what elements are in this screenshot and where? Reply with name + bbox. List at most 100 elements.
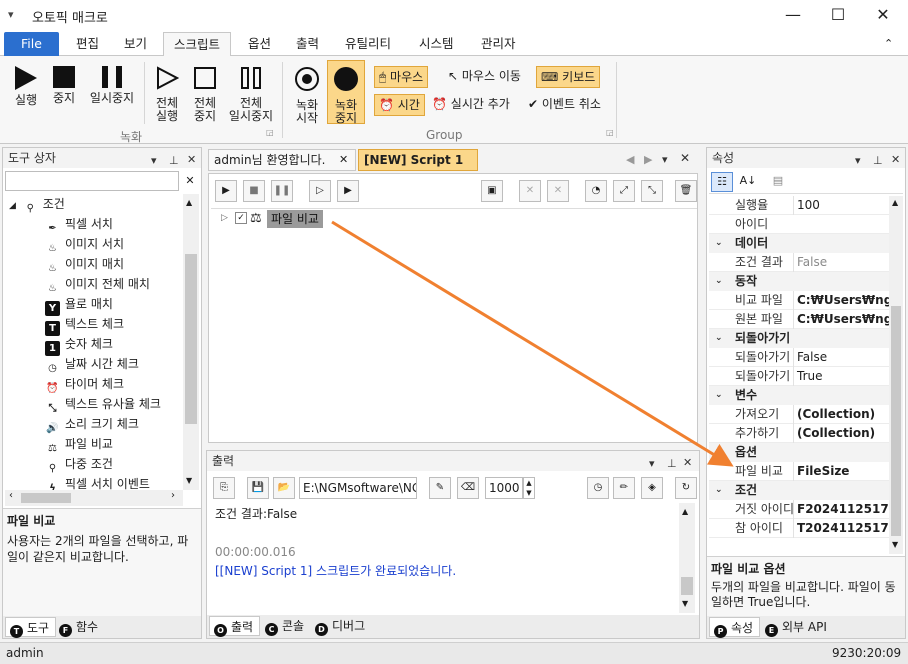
sort-az-icon[interactable]: A↓ [737,172,759,192]
output-count-input[interactable]: 1000 [485,477,523,499]
fill-icon[interactable]: ◈ [641,477,663,499]
time-button[interactable]: ⏰ 시간 [374,94,425,116]
property-value[interactable]: False [793,348,889,367]
property-value[interactable]: False [793,253,889,272]
export-icon[interactable]: ⎘ [213,477,235,499]
tree-item-multi-condition[interactable]: ⚲ 다중 조건 [9,454,181,474]
node-file-compare[interactable]: 파일 비교 [267,210,323,228]
tab-edit[interactable]: 편집 [66,32,109,56]
scroll-right-icon[interactable]: › [171,490,175,501]
property-value[interactable]: C:₩Users₩ngma [793,291,889,310]
tree-item-timer-check[interactable]: ⏰ 타이머 체크 [9,374,181,394]
close-icon[interactable]: ✕ [187,150,196,170]
property-value[interactable]: F2024112517021 [793,500,889,519]
pause-button[interactable]: 일시중지 [84,66,140,105]
play-icon[interactable]: ▶ [215,180,237,202]
property-category[interactable]: ⌄ 되돌아가기 [709,329,889,348]
tab-output-log[interactable]: O 출력 [209,616,261,637]
dropdown-icon[interactable]: ▾ [151,151,157,171]
property-row[interactable]: 조건 결과 False [709,253,889,272]
tree-item-image-full-match[interactable]: ♨ 이미지 전체 매치 [9,274,181,294]
tree-item-number-check[interactable]: 1 숫자 체크 [9,334,181,356]
scroll-down-icon[interactable]: ▼ [682,599,688,608]
pin-icon[interactable]: ⊥ [667,454,677,474]
close-icon[interactable]: ✕ [891,150,900,170]
tab-welcome[interactable]: admin님 환영합니다. ✕ [208,149,356,171]
property-row[interactable]: 비교 파일 C:₩Users₩ngma [709,291,889,310]
tree-item-image-search[interactable]: ♨ 이미지 서치 [9,234,181,254]
tree-item-pixel-search[interactable]: ✒ 픽셀 서치 [9,214,181,234]
tree-item-text-check[interactable]: T 텍스트 체크 [9,314,181,336]
collapse-icon[interactable]: ⌄ [715,234,723,253]
tree-item-sound-level[interactable]: 🔊 소리 크기 체크 [9,414,181,434]
realtime-add-button[interactable]: ⏰ 실시간 추가 [428,94,514,116]
tab-list-icon[interactable]: ▾ [662,153,668,166]
tree-item-file-compare[interactable]: ⚖ 파일 비교 [9,434,181,454]
record-stop-button[interactable]: 녹화 중지 [327,60,365,125]
expand-icon[interactable]: ⤢ [613,180,635,202]
eraser-icon[interactable]: ⌫ [457,477,479,499]
tab-admin[interactable]: 관리자 [471,32,526,56]
pin-icon[interactable]: ⊥ [169,151,179,171]
output-vscrollbar[interactable]: ▲ ▼ [679,503,695,613]
property-row[interactable]: 실행율 100 [709,196,889,215]
property-row[interactable]: 되돌아가기 False [709,348,889,367]
collapse-icon[interactable]: ◢ [9,201,16,211]
property-value[interactable]: 100 [793,196,889,215]
delete-icon[interactable]: 🗑 [675,180,697,202]
tab-right-icon[interactable]: ▶ [644,153,652,166]
toolbox-hscrollbar[interactable]: ‹ › [5,490,183,506]
tab-console[interactable]: C 콘솔 [261,616,310,636]
property-row[interactable]: 참 아이디 T2024112517021 [709,519,889,538]
property-row[interactable]: 파일 비교 FileSize [709,462,889,481]
tab-output[interactable]: 출력 [286,32,329,56]
scroll-down-icon[interactable]: ▼ [892,540,898,549]
close-icon[interactable]: ✕ [683,453,692,473]
property-value[interactable]: C:₩Users₩ngma [793,310,889,329]
quick-access-icon[interactable]: ▾ [8,8,14,21]
dropdown-icon[interactable]: ▾ [855,151,861,171]
scroll-thumb[interactable] [891,306,901,536]
tree-item-text-similarity[interactable]: ⤡ 텍스트 유사율 체크 [9,394,181,414]
scroll-up-icon[interactable]: ▲ [186,198,192,207]
clean-icon[interactable]: ✎ [429,477,451,499]
property-category[interactable]: ⌄ 변수 [709,386,889,405]
property-value[interactable]: FileSize [793,462,889,481]
dialog-launcher-icon[interactable]: ◲ [606,128,614,137]
collapse-ribbon-icon[interactable]: ⌃ [884,37,893,50]
property-row[interactable]: 추가하기 (Collection) [709,424,889,443]
save-icon[interactable]: 💾 [247,477,269,499]
scroll-left-icon[interactable]: ‹ [9,490,13,501]
stop-all-button[interactable]: 전체 중지 [186,66,224,123]
run-button[interactable]: 실행 [8,66,44,107]
pause-icon[interactable]: ❚❚ [271,180,293,202]
dialog-launcher-icon[interactable]: ◲ [266,128,274,137]
toolbox-vscrollbar[interactable]: ▲ ▼ [183,194,199,490]
tab-script-1[interactable]: [NEW] Script 1 [358,149,478,171]
categorized-icon[interactable]: ☷ [711,172,733,192]
property-category[interactable]: ⌄ 옵션 [709,443,889,462]
close-tab-icon[interactable]: ✕ [339,150,348,170]
scroll-up-icon[interactable]: ▲ [892,198,898,207]
record-start-button[interactable]: 녹화 시작 [290,66,324,125]
property-pages-icon[interactable]: ▤ [767,172,789,192]
refresh-icon[interactable]: ↻ [675,477,697,499]
collapse-icon[interactable]: ⌄ [715,272,723,291]
property-row[interactable]: 아이디 [709,215,889,234]
count-stepper[interactable]: ▲ ▼ [523,477,535,499]
run-from-icon[interactable]: ▶ [337,180,359,202]
mouse-button[interactable]: 🖱 마우스 [374,66,429,88]
tree-item-datetime-check[interactable]: ◷ 날짜 시간 체크 [9,354,181,374]
scroll-down-icon[interactable]: ▼ [186,476,192,485]
property-category[interactable]: ⌄ 조건 [709,481,889,500]
property-row[interactable]: 가져오기 (Collection) [709,405,889,424]
disable-icon[interactable]: ✕ [519,180,541,202]
tree-item-image-match[interactable]: ♨ 이미지 매치 [9,254,181,274]
pin-icon[interactable]: ⊥ [873,151,883,171]
properties-vscrollbar[interactable]: ▲ ▼ [889,196,903,554]
tree-item-yolo-match[interactable]: Y 욜로 매치 [9,294,181,316]
pause-all-button[interactable]: 전체 일시중지 [226,66,276,123]
property-row[interactable]: 거짓 아이디F2024112517021 [709,500,889,519]
tab-script[interactable]: 스크립트 [163,32,232,57]
property-row[interactable]: 되돌아가기 True [709,367,889,386]
